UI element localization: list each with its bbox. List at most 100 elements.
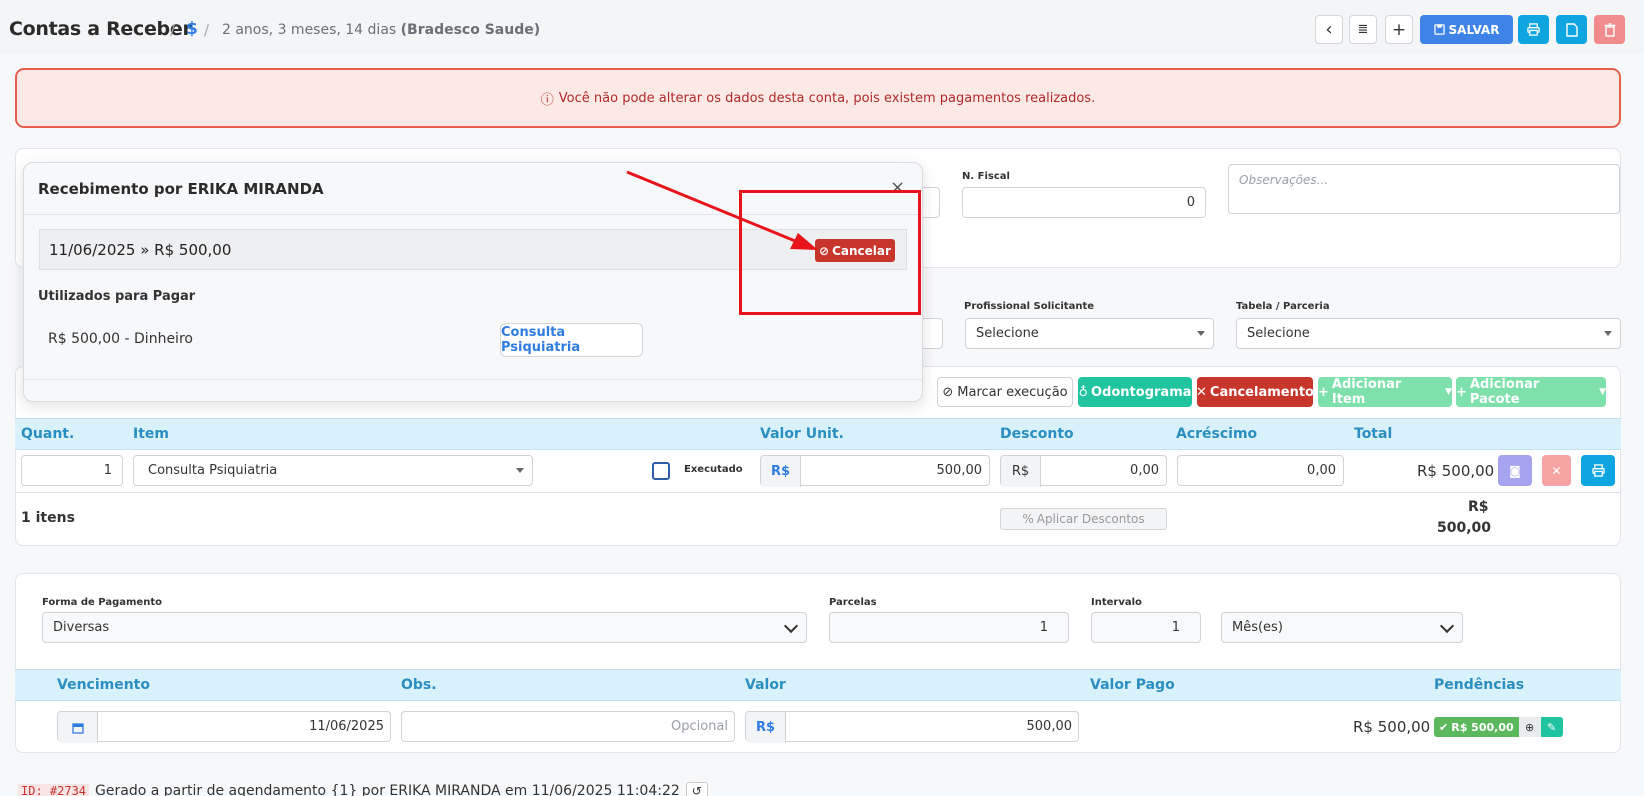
breadcrumb-separator: / xyxy=(170,21,176,39)
vencimento-input[interactable]: 11/06/2025 xyxy=(57,711,391,743)
delete-button[interactable] xyxy=(1594,15,1625,44)
forma-pagamento-select[interactable]: Diversas xyxy=(42,612,807,643)
items-table-header: Quant. Item Valor Unit. Desconto Acrésci… xyxy=(15,418,1621,450)
back-button[interactable]: ‹ xyxy=(1315,15,1343,44)
used-item-link[interactable]: Consulta Psiquiatria xyxy=(500,323,643,357)
tooth-icon: ♁ xyxy=(1078,384,1089,400)
document-button[interactable] xyxy=(1556,15,1587,44)
intervalo-unidade-select[interactable]: Mês(es) xyxy=(1221,612,1463,643)
chevron-down-icon xyxy=(1439,618,1455,634)
check-circle-icon: ⊘ xyxy=(942,384,954,400)
floppy-icon xyxy=(1433,24,1445,35)
plus-icon: + xyxy=(1391,19,1407,40)
adicionar-item-button[interactable]: + Adicionar Item ▼ xyxy=(1318,377,1452,407)
tabela-select[interactable]: Selecione xyxy=(1236,318,1621,349)
remove-item-button[interactable]: ✕ xyxy=(1542,455,1571,486)
payment-table-header: Vencimento Obs. Valor Valor Pago Pendênc… xyxy=(15,669,1621,701)
nfiscal-input[interactable]: 0 xyxy=(962,187,1206,218)
printer-icon xyxy=(1527,23,1540,36)
currency-addon: R$ xyxy=(746,712,786,743)
record-origin-text: Gerado a partir de agendamento {1} por E… xyxy=(95,783,680,796)
grand-total-currency: R$ xyxy=(1468,499,1489,515)
profissional-select[interactable]: Selecione xyxy=(965,318,1214,349)
col-item: Item xyxy=(133,426,169,442)
x-icon: ✕ xyxy=(1551,463,1562,478)
col-total: Total xyxy=(1354,426,1393,442)
alert-text: Você não pode alterar os dados desta con… xyxy=(558,90,1096,106)
grand-total-value: 500,00 xyxy=(1437,520,1492,536)
caret-down-icon xyxy=(516,468,524,473)
caret-down-icon xyxy=(1197,331,1205,336)
intervalo-input[interactable]: 1 xyxy=(1091,612,1201,643)
obs-input[interactable]: Opcional xyxy=(401,711,735,742)
breadcrumb-separator: / xyxy=(204,21,210,39)
valor-pago-text: R$ 500,00 xyxy=(1353,718,1431,736)
plus-icon: + xyxy=(1318,384,1329,400)
check-icon: ✔ xyxy=(1439,720,1449,734)
save-button[interactable]: SALVAR xyxy=(1420,15,1513,44)
list-icon: ≣ xyxy=(1357,22,1369,37)
adicionar-pacote-button[interactable]: + Adicionar Pacote ▼ xyxy=(1456,377,1606,407)
currency-addon: R$ xyxy=(761,456,801,487)
trash-icon xyxy=(1604,22,1615,37)
col-pendencias: Pendências xyxy=(1434,677,1525,693)
add-button[interactable]: + xyxy=(1385,15,1413,44)
utilizados-label: Utilizados para Pagar xyxy=(38,289,196,304)
zoom-in-icon[interactable]: ⊕ xyxy=(1518,717,1541,737)
forma-pagamento-label: Forma de Pagamento xyxy=(42,597,162,608)
col-quant: Quant. xyxy=(21,426,75,442)
file-icon xyxy=(1565,22,1578,37)
item-select[interactable]: Consulta Psiquiatria xyxy=(133,455,533,486)
paid-badge[interactable]: ✔ R$ 500,00 xyxy=(1434,717,1519,737)
top-bar: Contas a Receber / $ / 2 anos, 3 meses, … xyxy=(0,0,1644,54)
executado-checkbox[interactable] xyxy=(652,462,670,480)
modal-title: Recebimento por ERIKA MIRANDA xyxy=(38,180,324,198)
executado-label: Executado xyxy=(684,464,743,475)
intervalo-label: Intervalo xyxy=(1091,597,1142,608)
parcelas-input[interactable]: 1 xyxy=(829,612,1069,643)
warning-alert: ⓘ Você não pode alterar os dados desta c… xyxy=(15,68,1621,128)
breadcrumb-description: 2 anos, 3 meses, 14 dias (Bradesco Saude… xyxy=(222,22,541,38)
aplicar-descontos-button[interactable]: % Aplicar Descontos xyxy=(1000,508,1167,530)
observacoes-textarea[interactable]: Observações... xyxy=(1228,164,1620,214)
history-icon[interactable]: ↺ xyxy=(685,782,708,796)
nfiscal-label: N. Fiscal xyxy=(962,171,1010,182)
row-total: R$ 500,00 xyxy=(1417,462,1495,480)
dollar-icon[interactable]: $ xyxy=(186,19,198,39)
modal-divider xyxy=(24,379,922,380)
col-valor-unit: Valor Unit. xyxy=(760,426,844,442)
items-count: 1 itens xyxy=(21,510,75,526)
quantity-input[interactable]: 1 xyxy=(21,455,123,486)
col-vencimento: Vencimento xyxy=(57,677,150,693)
desconto-input[interactable]: R$ 0,00 xyxy=(1000,455,1167,487)
camera-icon: ◙ xyxy=(1509,463,1521,478)
cancelamento-button[interactable]: ✕ Cancelamento xyxy=(1196,377,1314,407)
odontograma-button[interactable]: ♁ Odontograma xyxy=(1078,377,1192,407)
print-item-button[interactable] xyxy=(1581,455,1615,486)
record-footer: ID: #2734 Gerado a partir de agendamento … xyxy=(18,782,708,796)
payment-entry-text: 11/06/2025 » R$ 500,00 xyxy=(49,241,232,259)
print-button[interactable] xyxy=(1518,15,1549,44)
marcar-execucao-button[interactable]: ⊘ Marcar execução xyxy=(937,377,1073,407)
col-acrescimo: Acréscimo xyxy=(1176,426,1258,442)
parcelas-label: Parcelas xyxy=(829,597,877,608)
acrescimo-input[interactable]: 0,00 xyxy=(1177,455,1344,486)
col-desconto: Desconto xyxy=(1000,426,1074,442)
chevron-down-icon xyxy=(783,618,799,634)
caret-down-icon: ▼ xyxy=(1445,387,1452,397)
valor-unit-input[interactable]: R$ 500,00 xyxy=(760,455,990,487)
col-valor-pago: Valor Pago xyxy=(1090,677,1175,693)
pendencias-group: ✔ R$ 500,00 ⊕ ✎ xyxy=(1434,717,1563,737)
page-title: Contas a Receber xyxy=(9,18,192,40)
profissional-label: Profissional Solicitante xyxy=(964,301,1095,312)
list-button[interactable]: ≣ xyxy=(1349,15,1377,44)
camera-button[interactable]: ◙ xyxy=(1498,455,1532,486)
caret-down-icon xyxy=(1604,331,1612,336)
info-icon: ⓘ xyxy=(540,92,554,108)
calendar-icon[interactable] xyxy=(58,712,98,743)
printer-icon xyxy=(1591,464,1605,477)
chevron-left-icon: ‹ xyxy=(1325,19,1333,40)
x-icon: ✕ xyxy=(1196,384,1207,400)
paperclip-icon[interactable]: ✎ xyxy=(1540,717,1563,737)
valor-input[interactable]: R$ 500,00 xyxy=(745,711,1079,743)
